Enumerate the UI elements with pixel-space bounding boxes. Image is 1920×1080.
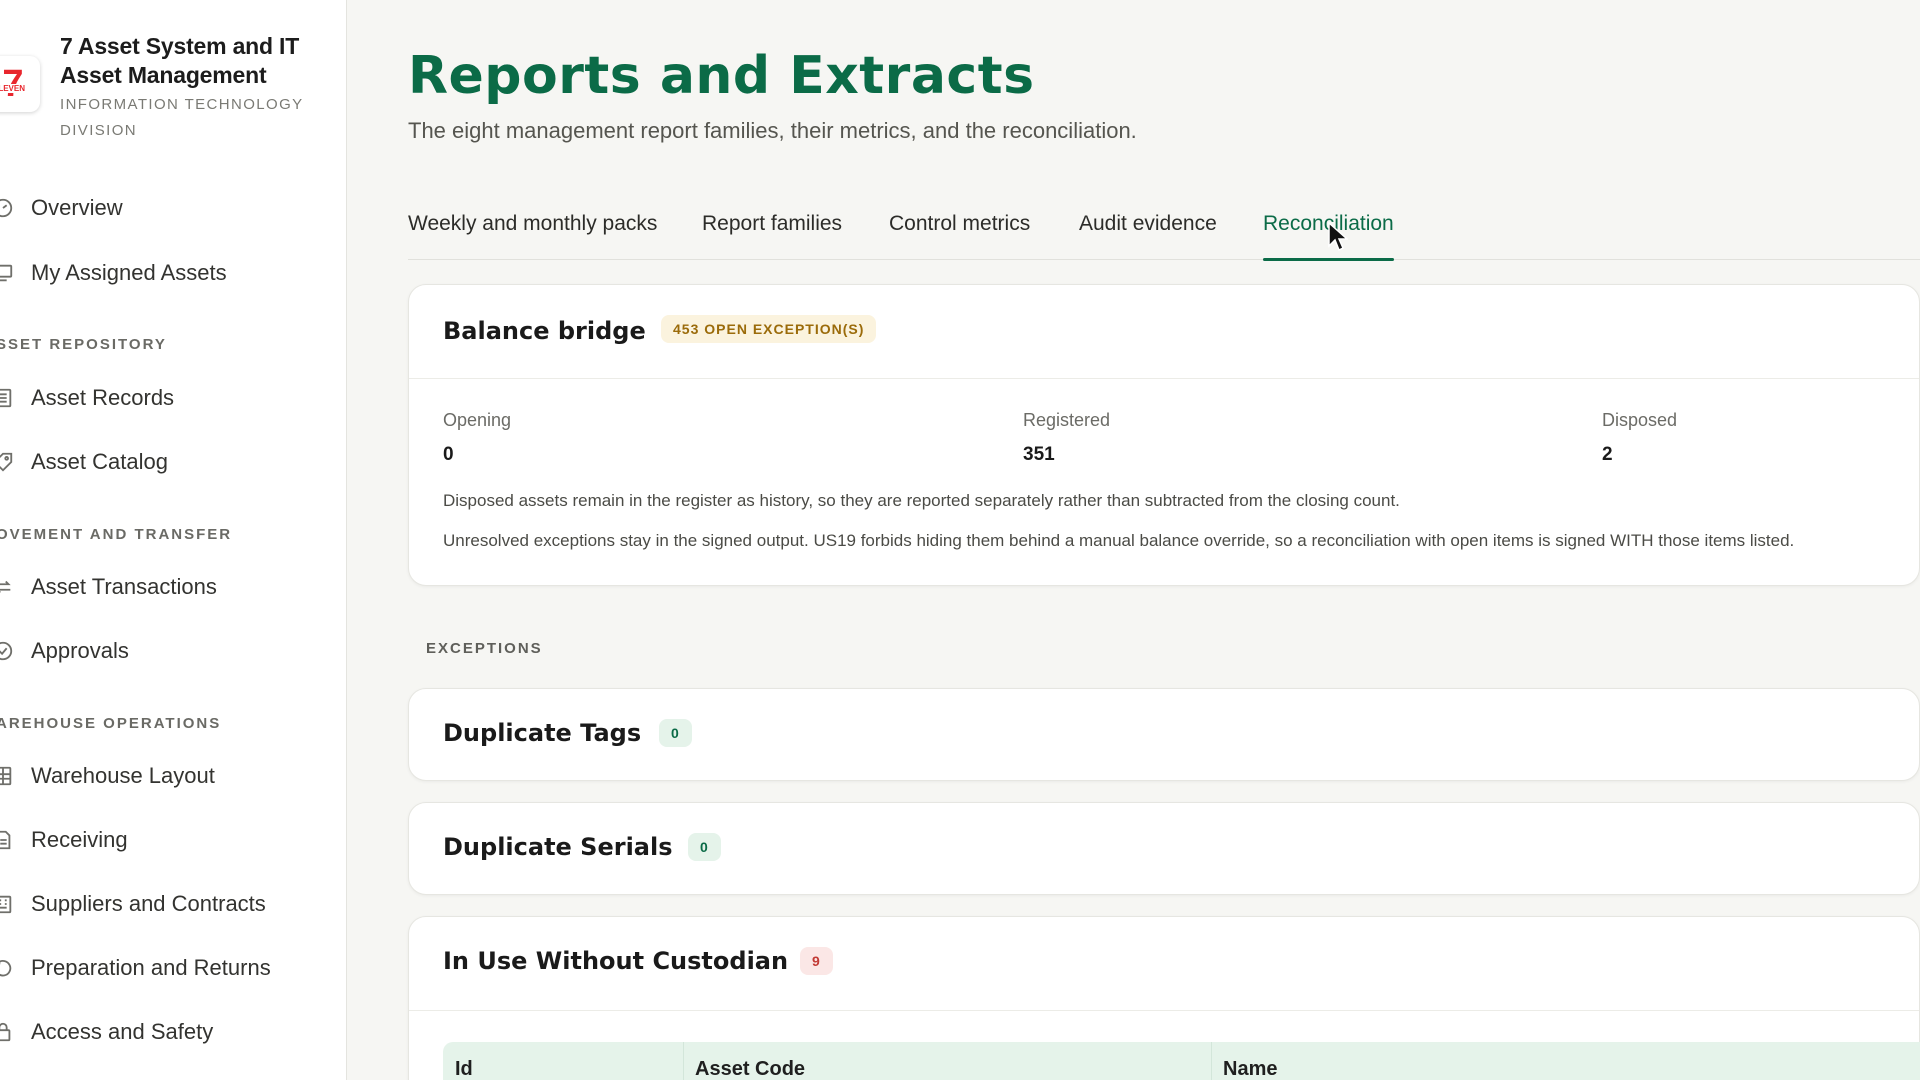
open-exceptions-badge: 453 OPEN EXCEPTION(S): [661, 315, 877, 343]
metric-disposed-value: 2: [1602, 444, 1613, 465]
sidebar-item-label: Preparation and Returns: [31, 955, 271, 980]
tab-weekly-and-monthly-packs[interactable]: Weekly and monthly packs: [408, 212, 657, 260]
column-header-id[interactable]: Id: [455, 1058, 473, 1080]
in-use-without-custodian-count: 9: [800, 947, 833, 975]
sidebar-item-label: Access and Safety: [31, 1019, 214, 1044]
sidebar-item-suppliers-and-contracts[interactable]: Suppliers and Contracts: [0, 879, 346, 929]
sidebar-item-access-and-safety[interactable]: Access and Safety: [0, 1007, 346, 1057]
duplicate-serials-title: Duplicate Serials: [443, 833, 673, 861]
exceptions-table-header: Id Asset Code Name: [443, 1042, 1920, 1080]
tab-bar: Weekly and monthly packs Report families…: [408, 208, 1920, 261]
column-header-asset-code[interactable]: Asset Code: [695, 1058, 805, 1080]
building-icon: [0, 895, 12, 914]
logo-eleven: ELEVEN: [0, 84, 27, 93]
duplicate-serials-count: 0: [688, 833, 721, 861]
tab-report-families[interactable]: Report families: [702, 212, 842, 260]
metric-registered-value: 351: [1023, 444, 1055, 465]
mouse-cursor-icon: [1328, 222, 1348, 252]
sidebar-item-label: My Assigned Assets: [31, 260, 227, 285]
main-content: Reports and Extracts The eight managemen…: [408, 0, 1920, 1080]
sidebar-section-movement-and-transfer: OVEMENT AND TRANSFER: [0, 526, 233, 543]
in-use-without-custodian-title: In Use Without Custodian: [443, 947, 789, 975]
document-icon: [0, 830, 11, 850]
sidebar-item-label: Asset Transactions: [31, 574, 217, 599]
arrows-icon: [0, 580, 11, 593]
card-divider: [409, 378, 1919, 379]
metric-opening-value: 0: [443, 444, 454, 465]
exceptions-section-label: EXCEPTIONS: [426, 640, 543, 657]
sidebar-item-warehouse-layout[interactable]: Warehouse Layout: [0, 751, 346, 801]
sidebar-item-my-assigned-assets[interactable]: My Assigned Assets: [0, 248, 346, 298]
duplicate-tags-title: Duplicate Tags: [443, 719, 642, 747]
page-subtitle: The eight management report families, th…: [408, 118, 1137, 143]
disposed-note: Disposed assets remain in the register a…: [443, 491, 1400, 510]
sidebar-item-receiving[interactable]: Receiving: [0, 815, 346, 865]
metric-disposed-label: Disposed: [1602, 410, 1678, 430]
tab-control-metrics[interactable]: Control metrics: [889, 212, 1030, 260]
sidebar-item-label: Asset Catalog: [31, 449, 168, 474]
check-circle-icon: [0, 641, 13, 661]
in-use-without-custodian-card[interactable]: In Use Without Custodian 9 Id Asset Code…: [408, 916, 1920, 1080]
page-title: Reports and Extracts: [408, 46, 1035, 106]
sidebar-item-asset-records[interactable]: Asset Records: [0, 373, 346, 423]
sidebar: 7 ELEVEN 7 Asset System and IT Asset Man…: [0, 0, 347, 1080]
sidebar-item-label: Overview: [31, 195, 123, 220]
sidebar-item-label: Suppliers and Contracts: [31, 891, 266, 916]
tab-audit-evidence[interactable]: Audit evidence: [1079, 212, 1217, 260]
sidebar-item-overview[interactable]: Overview: [0, 183, 346, 233]
metric-registered-label: Registered: [1023, 410, 1111, 430]
balance-bridge-card: Balance bridge 453 OPEN EXCEPTION(S) Ope…: [408, 284, 1920, 586]
exceptions-note: Unresolved exceptions stay in the signed…: [443, 531, 1795, 550]
column-divider: [1211, 1042, 1212, 1080]
sidebar-item-asset-transactions[interactable]: Asset Transactions: [0, 562, 346, 612]
balance-bridge-title: Balance bridge: [443, 317, 646, 345]
app-title: 7 Asset System and IT Asset Management: [60, 33, 300, 88]
sidebar-item-label: Receiving: [31, 827, 128, 852]
list-icon: [0, 388, 12, 408]
layout-icon: [0, 766, 12, 786]
sidebar-item-label: Warehouse Layout: [31, 763, 215, 788]
monitor-icon: [0, 264, 13, 282]
sidebar-section-warehouse-operations: AREHOUSE OPERATIONS: [0, 715, 222, 732]
column-divider: [683, 1042, 684, 1080]
app-subtitle: INFORMATION TECHNOLOGY DIVISION: [60, 96, 304, 139]
sidebar-item-approvals[interactable]: Approvals: [0, 626, 346, 676]
sidebar-section-asset-repository: SSET REPOSITORY: [0, 336, 167, 353]
column-header-name[interactable]: Name: [1223, 1058, 1277, 1080]
metric-opening-label: Opening: [443, 410, 512, 430]
card-divider: [409, 1010, 1919, 1011]
sidebar-item-asset-catalog[interactable]: Asset Catalog: [0, 437, 346, 487]
duplicate-tags-card[interactable]: Duplicate Tags 0: [408, 688, 1920, 781]
brand-logo[interactable]: 7 ELEVEN: [0, 56, 40, 112]
return-icon: [0, 959, 12, 977]
brand: 7 ELEVEN 7 Asset System and IT Asset Man…: [0, 30, 346, 140]
lock-icon: [0, 1022, 11, 1042]
duplicate-tags-count: 0: [659, 719, 692, 747]
gauge-icon: [0, 198, 13, 218]
duplicate-serials-card[interactable]: Duplicate Serials 0: [408, 802, 1920, 895]
sidebar-item-preparation-and-returns[interactable]: Preparation and Returns: [0, 943, 346, 993]
sidebar-item-label: Asset Records: [31, 385, 175, 410]
sidebar-item-label: Approvals: [31, 638, 129, 663]
tag-icon: [0, 452, 13, 472]
